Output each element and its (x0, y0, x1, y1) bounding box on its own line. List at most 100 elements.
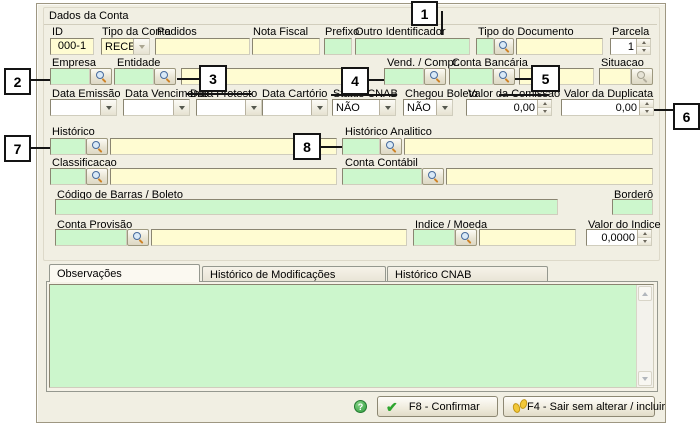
dropdown-arrow-icon[interactable] (311, 100, 327, 115)
conta-contabil-field[interactable] (342, 168, 422, 185)
situacao-lookup-button[interactable] (631, 68, 653, 85)
spinner-buttons[interactable] (639, 100, 653, 115)
confirm-button-label: F8 - Confirmar (398, 400, 497, 413)
data-emissao-combobox[interactable] (50, 99, 117, 116)
valor-duplicata-spinner[interactable]: 0,00 (561, 99, 654, 116)
vend-compr-field[interactable] (384, 68, 424, 85)
outro-identificador-field[interactable] (355, 38, 470, 55)
scrollbar[interactable] (636, 285, 653, 387)
spinner-buttons[interactable] (636, 39, 650, 54)
exit-button[interactable]: F4 - Sair sem alterar / incluir (503, 396, 655, 417)
callout-1-line (441, 11, 443, 35)
historico-label: Histórico (52, 127, 95, 138)
chegou-boleto-value: NÃO (404, 100, 436, 115)
data-cartorio-value (263, 100, 311, 115)
scroll-down-icon[interactable] (638, 371, 652, 386)
magnifier-icon (460, 231, 473, 244)
callout-8: 8 (293, 133, 321, 160)
data-vencimento-combobox[interactable] (123, 99, 190, 116)
data-cartorio-combobox[interactable] (262, 99, 328, 116)
vend-compr-lookup-button[interactable] (424, 68, 446, 85)
groupbox-title: Dados da Conta (49, 11, 129, 22)
chegou-boleto-combobox[interactable]: NÃO (403, 99, 453, 116)
classificacao-description-field[interactable] (110, 168, 337, 185)
tab-historico-cnab[interactable]: Histórico CNAB (387, 266, 548, 282)
historico-analitico-field[interactable] (342, 138, 380, 155)
magnifier-icon (429, 70, 442, 83)
conta-bancaria-lookup-button[interactable] (493, 68, 515, 85)
data-protesto-combobox[interactable] (196, 99, 262, 116)
entidade-field[interactable] (114, 68, 154, 85)
prefixo-field[interactable] (324, 38, 352, 55)
nota-fiscal-label: Nota Fiscal (253, 27, 308, 38)
historico-field[interactable] (50, 138, 86, 155)
magnifier-icon (91, 170, 104, 183)
confirm-button[interactable]: ✔ F8 - Confirmar (377, 396, 498, 417)
dropdown-arrow-icon[interactable] (379, 100, 395, 115)
magnifier-icon (95, 70, 108, 83)
classificacao-field[interactable] (50, 168, 86, 185)
conta-provisao-field[interactable] (55, 229, 127, 246)
historico-analitico-description-field[interactable] (404, 138, 653, 155)
tipo-da-conta-combobox[interactable]: RECE... (101, 38, 150, 55)
magnifier-icon (385, 140, 398, 153)
callout-3: 3 (199, 65, 227, 92)
magnifier-icon (427, 170, 440, 183)
conta-contabil-lookup-button[interactable] (422, 168, 444, 185)
indice-moeda-description-field[interactable] (479, 229, 576, 246)
codigo-barras-field[interactable] (55, 199, 558, 215)
status-cnab-combobox[interactable]: NÃO (332, 99, 396, 116)
groupbox-caption-divider (44, 24, 657, 25)
callout-7: 7 (4, 135, 31, 162)
status-cnab-value: NÃO (333, 100, 379, 115)
parcela-spinner[interactable]: 1 (610, 38, 651, 55)
dropdown-arrow-icon[interactable] (100, 100, 116, 115)
historico-analitico-lookup-button[interactable] (380, 138, 402, 155)
conta-contabil-description-field[interactable] (446, 168, 653, 185)
observacoes-textarea[interactable] (49, 284, 654, 388)
entidade-lookup-button[interactable] (154, 68, 176, 85)
valor-indice-spinner[interactable]: 0,0000 (586, 229, 652, 246)
callout-2: 2 (4, 68, 31, 95)
tab-observacoes[interactable]: Observações (49, 264, 200, 282)
help-icon[interactable]: ? (354, 400, 367, 413)
dropdown-arrow-icon[interactable] (133, 39, 149, 54)
pedidos-label: Pedidos (157, 27, 197, 38)
empresa-field[interactable] (50, 68, 90, 85)
dropdown-arrow-icon[interactable] (436, 100, 452, 115)
empresa-lookup-button[interactable] (90, 68, 112, 85)
conta-provisao-description-field[interactable] (151, 229, 407, 246)
indice-moeda-lookup-button[interactable] (455, 229, 477, 246)
callout-5-line (515, 78, 531, 80)
tab-historico-de-modificacoes[interactable]: Histórico de Modificações (202, 266, 386, 282)
bordero-field[interactable] (612, 199, 653, 215)
dropdown-arrow-icon[interactable] (245, 100, 261, 115)
data-emissao-value (51, 100, 100, 115)
tipo-do-documento-field[interactable] (516, 38, 603, 55)
tipo-do-documento-lookup-button[interactable] (494, 38, 514, 55)
scroll-up-icon[interactable] (638, 286, 652, 301)
data-protesto-value (197, 100, 245, 115)
classificacao-lookup-button[interactable] (86, 168, 108, 185)
historico-lookup-button[interactable] (86, 138, 108, 155)
conta-bancaria-field[interactable] (449, 68, 493, 85)
tab-label: Histórico de Modificações (210, 269, 335, 281)
conta-provisao-lookup-button[interactable] (127, 229, 149, 246)
tipo-do-documento-code-field[interactable] (476, 38, 494, 55)
dropdown-arrow-icon[interactable] (173, 100, 189, 115)
valor-duplicata-value: 0,00 (562, 100, 639, 115)
indice-moeda-field[interactable] (413, 229, 455, 246)
pedidos-field[interactable] (155, 38, 250, 55)
situacao-field[interactable] (599, 68, 631, 85)
tipo-do-documento-label: Tipo do Documento (478, 27, 574, 38)
magnifier-icon (132, 231, 145, 244)
callout-7-line (31, 147, 50, 149)
spinner-buttons[interactable] (637, 230, 651, 245)
spinner-buttons[interactable] (537, 100, 551, 115)
outro-identificador-label: Outro Identificador (355, 27, 446, 38)
valor-comissao-spinner[interactable]: 0,00 (466, 99, 552, 116)
callout-2-line (31, 79, 50, 81)
nota-fiscal-field[interactable] (252, 38, 320, 55)
id-field[interactable]: 000-1 (50, 38, 94, 55)
parcela-value: 1 (611, 39, 636, 54)
